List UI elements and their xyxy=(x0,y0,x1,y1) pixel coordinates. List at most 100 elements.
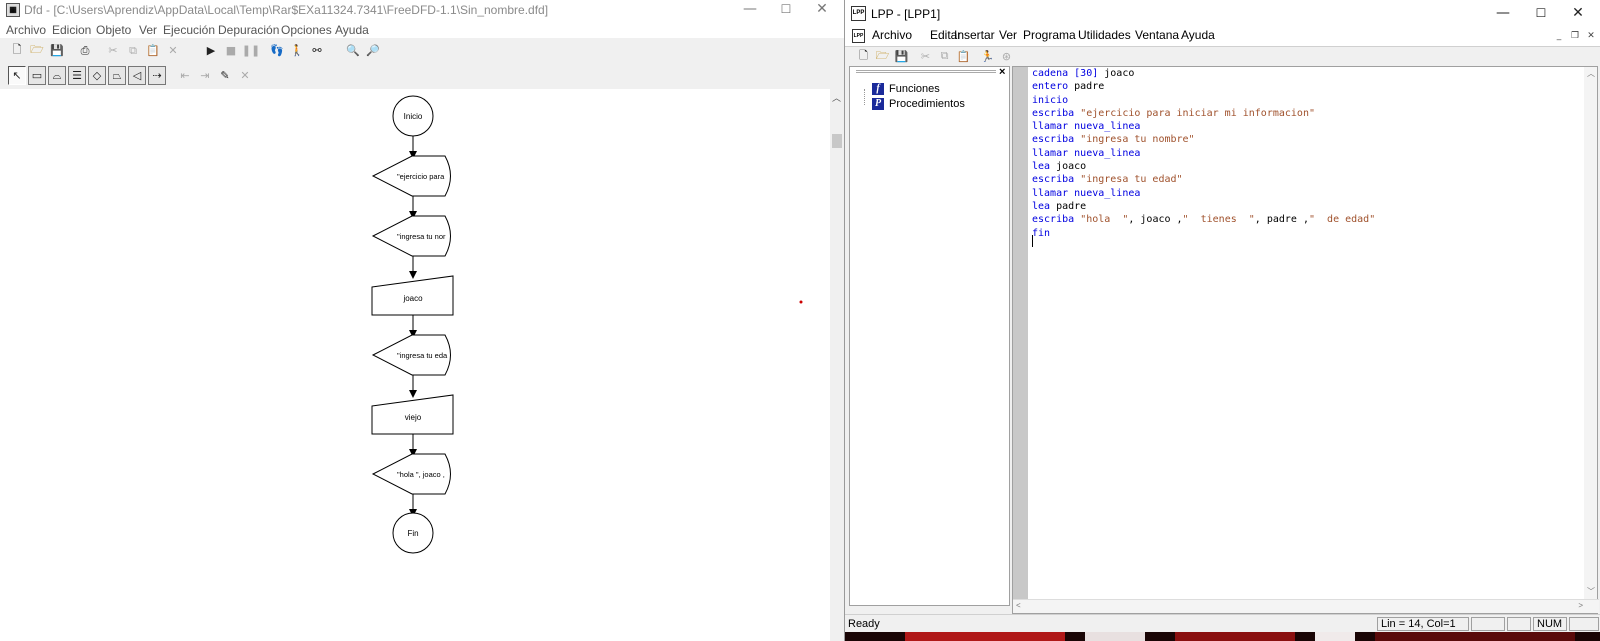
read-icon[interactable]: ⏢ xyxy=(108,66,126,85)
scroll-right-icon[interactable]: > xyxy=(1578,601,1583,610)
write-icon[interactable]: ◁ xyxy=(128,66,146,85)
lpp-app-icon[interactable]: LPP xyxy=(851,6,866,21)
edit-object-icon[interactable]: ⇥ xyxy=(196,66,214,85)
code-line[interactable]: entero padre xyxy=(1032,80,1375,93)
zoom-in-icon[interactable]: 🔎 xyxy=(364,41,382,60)
pointer-icon[interactable]: ↖ xyxy=(8,66,26,85)
save-icon[interactable]: 💾 xyxy=(893,48,910,64)
dfd-maximize-button[interactable]: ☐ xyxy=(767,0,805,20)
insert-object-icon[interactable]: ⇤ xyxy=(176,66,194,85)
flow-node-output-3[interactable]: "ingresa tu eda xyxy=(371,334,451,376)
dfd-menu-ayuda[interactable]: Ayuda xyxy=(335,23,369,37)
dfd-menu-edicion[interactable]: Edicion xyxy=(52,23,91,37)
code-line[interactable]: llamar nueva_linea xyxy=(1032,187,1375,200)
delete-subprogram-icon[interactable]: ✕ xyxy=(236,66,254,85)
flow-node-output-1[interactable]: "ejercicio para xyxy=(371,155,451,197)
lpp-menu-ayuda[interactable]: Ayuda xyxy=(1181,28,1215,42)
code-text[interactable]: cadena [30] joaco entero padre inicio escri… xyxy=(1032,67,1375,253)
flow-node-output-2[interactable]: "ingresa tu nor xyxy=(371,215,451,257)
scroll-down-icon[interactable]: ﹀ xyxy=(1587,586,1595,597)
paste-icon[interactable]: 📋 xyxy=(955,48,972,64)
dfd-titlebar[interactable]: ▦ Dfd - [C:\Users\Aprendiz\AppData\Local… xyxy=(0,0,844,22)
lpp-document-icon[interactable]: LPP xyxy=(852,29,865,43)
dfd-vertical-scrollbar[interactable]: ︿ xyxy=(830,89,844,641)
mdi-minimize-button[interactable]: _ xyxy=(1552,30,1566,43)
save-icon[interactable]: 💾 xyxy=(48,41,66,60)
dfd-minimize-button[interactable]: — xyxy=(731,0,769,20)
copy-icon[interactable]: ⧉ xyxy=(936,48,953,64)
code-line[interactable]: lea joaco xyxy=(1032,160,1375,173)
mdi-restore-button[interactable]: ❐ xyxy=(1568,30,1582,43)
pause-icon[interactable]: ❚❚ xyxy=(242,41,260,60)
zoom-out-icon[interactable]: 🔍 xyxy=(344,41,362,60)
dfd-menu-archivo[interactable]: Archivo xyxy=(6,23,46,37)
code-line[interactable]: escriba "ejercicio para iniciar mi infor… xyxy=(1032,107,1375,120)
flow-node-input-viejo[interactable]: viejo xyxy=(371,394,454,435)
lpp-menu-archivo[interactable]: Archivo xyxy=(872,28,912,42)
scroll-up-icon[interactable]: ︿ xyxy=(832,91,841,104)
subprogram-icon[interactable]: ⇢ xyxy=(148,66,166,85)
tree-item-funciones[interactable]: f Funciones xyxy=(872,82,940,96)
delete-icon[interactable]: ✕ xyxy=(164,41,182,60)
dfd-menu-objeto[interactable]: Objeto xyxy=(96,23,131,37)
open-folder-icon[interactable]: 🗁 xyxy=(28,41,46,60)
panel-grip[interactable] xyxy=(856,70,996,73)
editor-horizontal-scrollbar[interactable]: < > xyxy=(1013,599,1599,613)
print-icon[interactable]: ⎙ xyxy=(76,41,94,60)
cycle-para-icon[interactable]: ☰ xyxy=(68,66,86,85)
mdi-close-button[interactable]: ✕ xyxy=(1584,30,1598,43)
code-line[interactable]: lea padre xyxy=(1032,200,1375,213)
flow-node-inicio[interactable]: Inicio xyxy=(392,95,434,137)
step-into-icon[interactable]: 🚶 xyxy=(288,41,306,60)
dfd-menu-depuracion[interactable]: Depuración xyxy=(218,23,279,37)
compile-icon[interactable]: ⊛ xyxy=(998,48,1015,64)
assignment-icon[interactable]: ▭ xyxy=(28,66,46,85)
scroll-thumb[interactable] xyxy=(832,134,842,148)
lpp-minimize-button[interactable]: — xyxy=(1484,4,1522,24)
lpp-menu-utilidades[interactable]: Utilidades xyxy=(1078,28,1131,42)
cut-icon[interactable]: ✂ xyxy=(917,48,934,64)
dfd-menu-ver[interactable]: Ver xyxy=(139,23,157,37)
lpp-menu-insertar-label[interactable]: Insertar xyxy=(954,28,995,42)
flowchart-canvas[interactable]: Inicio "ejercicio para "ingresa tu nor j… xyxy=(0,89,835,641)
step-icon[interactable]: 👣 xyxy=(268,41,286,60)
watch-icon[interactable]: ⚯ xyxy=(308,41,326,60)
dfd-menu-ejecucion[interactable]: Ejecución xyxy=(163,23,215,37)
scroll-up-icon[interactable]: ︿ xyxy=(1587,68,1595,79)
new-file-icon[interactable]: 🗋 xyxy=(855,48,872,64)
tree-item-procedimientos[interactable]: P Procedimientos xyxy=(872,97,965,111)
dfd-menu-opciones[interactable]: Opciones xyxy=(281,23,332,37)
dfd-close-button[interactable]: ✕ xyxy=(803,0,841,20)
lpp-menu-ver[interactable]: Ver xyxy=(999,28,1017,42)
lpp-close-button[interactable]: ✕ xyxy=(1559,4,1597,24)
code-line[interactable] xyxy=(1032,240,1375,253)
flow-node-output-4[interactable]: "hola ", joaco , xyxy=(371,453,451,495)
flow-node-fin[interactable]: Fin xyxy=(392,512,434,554)
stop-icon[interactable]: ■ xyxy=(222,41,240,60)
lpp-titlebar[interactable]: LPP LPP - [LPP1] — ☐ ✕ xyxy=(845,0,1600,28)
scroll-left-icon[interactable]: < xyxy=(1016,601,1021,610)
code-line[interactable]: inicio xyxy=(1032,94,1375,107)
run-icon[interactable]: 🏃 xyxy=(979,48,996,64)
run-icon[interactable]: ▶ xyxy=(202,41,220,60)
panel-close-icon[interactable]: × xyxy=(999,66,1005,78)
edit-subprogram-icon[interactable]: ✎ xyxy=(216,66,234,85)
code-line[interactable]: llamar nueva_linea xyxy=(1032,120,1375,133)
copy-icon[interactable]: ⧉ xyxy=(124,41,142,60)
cut-icon[interactable]: ✂ xyxy=(104,41,122,60)
code-line[interactable]: escriba "ingresa tu edad" xyxy=(1032,173,1375,186)
paste-icon[interactable]: 📋 xyxy=(144,41,162,60)
code-line[interactable]: escriba "hola ", joaco ," tienes ", padr… xyxy=(1032,213,1375,226)
new-file-icon[interactable]: 🗋 xyxy=(8,41,26,60)
open-folder-icon[interactable]: 🗁 xyxy=(874,48,891,64)
lpp-menu-programa[interactable]: Programa xyxy=(1023,28,1076,42)
flow-node-input-joaco[interactable]: joaco xyxy=(371,275,454,316)
code-line[interactable]: fin xyxy=(1032,227,1375,240)
code-line[interactable]: llamar nueva_linea xyxy=(1032,147,1375,160)
cycle-mientras-icon[interactable]: ⌓ xyxy=(48,66,66,85)
lpp-menu-ventana[interactable]: Ventana xyxy=(1135,28,1179,42)
decision-icon[interactable]: ◇ xyxy=(88,66,106,85)
lpp-maximize-button[interactable]: ☐ xyxy=(1522,4,1560,24)
code-line[interactable]: escriba "ingresa tu nombre" xyxy=(1032,133,1375,146)
code-editor[interactable]: cadena [30] joaco entero padre inicio escri… xyxy=(1012,66,1599,614)
